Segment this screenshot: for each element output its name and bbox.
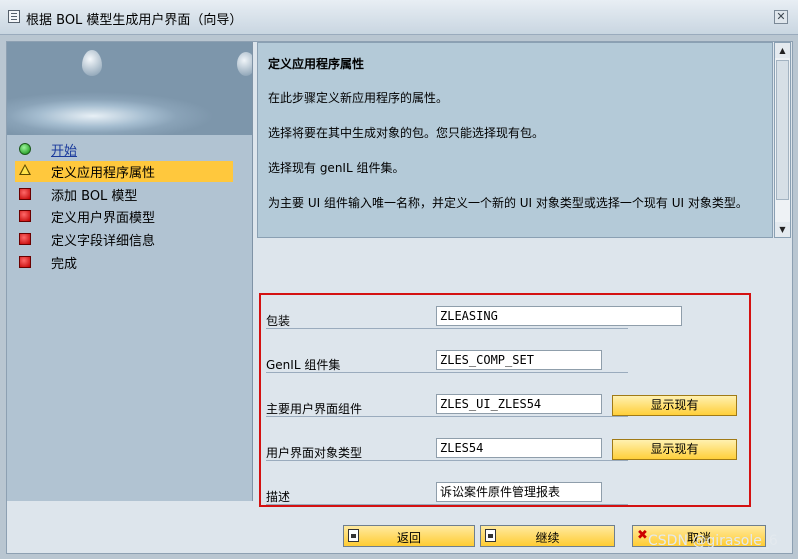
package-input[interactable]: ZLEASING <box>436 306 682 326</box>
steps-panel: 开始 定义应用程序属性 添加 BOL 模型 定义用户界面模型 定义字段详细信息 … <box>7 42 253 501</box>
package-row: 包装 ZLEASING <box>266 306 746 330</box>
step-label: 定义字段详细信息 <box>51 234 156 249</box>
scroll-down-icon[interactable]: ▼ <box>775 222 790 237</box>
show-existing-ui-button[interactable]: 显示现有 <box>612 395 737 416</box>
back-button-label: 返回 <box>396 531 421 545</box>
scroll-thumb[interactable] <box>776 60 789 200</box>
main-ui-row: 主要用户界面组件 ZLES_UI_ZLES54 显示现有 <box>266 394 746 418</box>
green-circle-icon <box>19 143 31 155</box>
red-square-icon <box>19 188 31 200</box>
csdn-watermark: CSDN @girasole_6 <box>648 533 778 549</box>
step-add-bol-model[interactable]: 添加 BOL 模型 <box>15 184 233 205</box>
genil-label: GenIL 组件集 <box>266 358 341 372</box>
step-finish[interactable]: 完成 <box>15 252 233 273</box>
close-button[interactable]: ✕ <box>774 10 788 24</box>
ui-type-row: 用户界面对象类型 ZLES54 显示现有 <box>266 438 746 462</box>
step-label: 完成 <box>51 257 78 272</box>
description-row: 描述 诉讼案件原件管理报表 <box>266 482 746 506</box>
step-define-app-properties[interactable]: 定义应用程序属性 <box>15 161 233 182</box>
ui-type-label: 用户界面对象类型 <box>266 446 363 460</box>
window-title: 根据 BOL 模型生成用户界面（向导） <box>26 13 243 28</box>
main-ui-input[interactable]: ZLES_UI_ZLES54 <box>436 394 602 414</box>
continue-button-label: 继续 <box>535 531 560 545</box>
step-label[interactable]: 开始 <box>51 140 77 159</box>
step-label: 添加 BOL 模型 <box>51 189 138 204</box>
genil-row: GenIL 组件集 ZLES_COMP_SET <box>266 350 746 374</box>
description-scrollbar[interactable]: ▲ ▼ <box>774 42 791 238</box>
back-button[interactable]: 返回 <box>343 525 475 547</box>
description-paragraph: 选择现有 genIL 组件集。 <box>268 161 405 175</box>
attributes-form: 包装 ZLEASING GenIL 组件集 ZLES_COMP_SET 主要用户… <box>259 293 751 507</box>
step-define-ui-model[interactable]: 定义用户界面模型 <box>15 206 233 227</box>
red-square-icon <box>19 210 31 222</box>
description-paragraph: 选择将要在其中生成对象的包。您只能选择现有包。 <box>268 126 545 140</box>
genil-input[interactable]: ZLES_COMP_SET <box>436 350 602 370</box>
step-label: 定义应用程序属性 <box>51 166 156 181</box>
description-title: 定义应用程序属性 <box>268 57 365 71</box>
description-input[interactable]: 诉讼案件原件管理报表 <box>436 482 602 502</box>
step-label: 定义用户界面模型 <box>51 211 156 226</box>
description-label: 描述 <box>266 490 291 504</box>
water-drop-banner-image <box>7 42 252 135</box>
step-start[interactable]: 开始 <box>15 139 233 160</box>
continue-button[interactable]: 继续 <box>480 525 615 547</box>
main-ui-label: 主要用户界面组件 <box>266 402 363 416</box>
red-square-icon <box>19 233 31 245</box>
description-paragraph: 在此步骤定义新应用程序的属性。 <box>268 91 449 105</box>
warning-triangle-icon <box>19 164 31 175</box>
step-list: 开始 定义应用程序属性 添加 BOL 模型 定义用户界面模型 定义字段详细信息 … <box>7 135 252 501</box>
window-edit-icon <box>8 10 20 23</box>
step-description-panel: 定义应用程序属性 在此步骤定义新应用程序的属性。 选择将要在其中生成对象的包。您… <box>257 42 773 238</box>
step-define-field-details[interactable]: 定义字段详细信息 <box>15 229 233 250</box>
wizard-frame: 开始 定义应用程序属性 添加 BOL 模型 定义用户界面模型 定义字段详细信息 … <box>6 41 793 554</box>
package-label: 包装 <box>266 314 291 328</box>
title-bar: 根据 BOL 模型生成用户界面（向导） ✕ <box>0 0 798 35</box>
red-square-icon <box>19 256 31 268</box>
show-existing-type-button[interactable]: 显示现有 <box>612 439 737 460</box>
scroll-up-icon[interactable]: ▲ <box>775 43 790 58</box>
ui-type-input[interactable]: ZLES54 <box>436 438 602 458</box>
description-paragraph: 为主要 UI 组件输入唯一名称，并定义一个新的 UI 对象类型或选择一个现有 U… <box>268 196 748 210</box>
